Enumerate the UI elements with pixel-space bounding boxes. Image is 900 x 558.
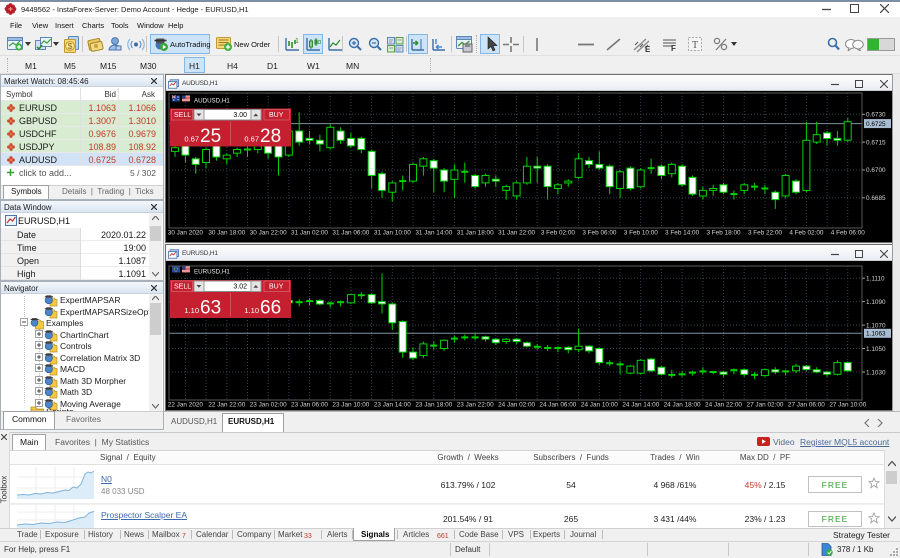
svg-text:BUY: BUY	[269, 112, 284, 119]
svg-text:27 Jan 02:00: 27 Jan 02:00	[747, 402, 784, 409]
svg-text:AUDUSD,H1: AUDUSD,H1	[194, 98, 230, 105]
svg-text:1.1110: 1.1110	[866, 276, 885, 283]
svg-text:EURUSD,H1: EURUSD,H1	[194, 269, 230, 276]
svg-text:0.6685: 0.6685	[866, 195, 886, 202]
svg-text:SELL: SELL	[174, 112, 191, 119]
svg-text:31 Jan 02:00: 31 Jan 02:00	[291, 230, 328, 237]
svg-text:24 Jan 22:00: 24 Jan 22:00	[705, 402, 742, 409]
svg-text:0.67: 0.67	[244, 135, 259, 144]
svg-text:24 Jan 18:00: 24 Jan 18:00	[664, 402, 701, 409]
svg-text:30 Jan 18:00: 30 Jan 18:00	[208, 230, 245, 237]
svg-text:27 Jan 10:00: 27 Jan 10:00	[829, 402, 866, 409]
svg-text:1.1063: 1.1063	[866, 331, 886, 338]
svg-text:31 Jan 14:00: 31 Jan 14:00	[415, 230, 452, 237]
svg-text:3.00: 3.00	[233, 112, 247, 119]
svg-text:23 Jan 18:00: 23 Jan 18:00	[415, 402, 452, 409]
svg-text:0.6700: 0.6700	[866, 167, 886, 174]
svg-text:1.1070: 1.1070	[866, 322, 886, 329]
svg-text:23 Jan 10:00: 23 Jan 10:00	[332, 402, 369, 409]
svg-text:23 Jan 22:00: 23 Jan 22:00	[457, 402, 494, 409]
svg-text:27 Jan 06:00: 27 Jan 06:00	[788, 402, 825, 409]
svg-text:1.1030: 1.1030	[866, 369, 886, 376]
svg-text:23 Jan 14:00: 23 Jan 14:00	[374, 402, 411, 409]
svg-text:24 Jan 10:00: 24 Jan 10:00	[581, 402, 618, 409]
svg-text:1.10: 1.10	[184, 306, 199, 315]
svg-text:30 Jan 2020: 30 Jan 2020	[168, 230, 204, 237]
svg-text:3 Feb 14:00: 3 Feb 14:00	[665, 230, 700, 237]
svg-text:$: $	[68, 41, 73, 51]
svg-text:T: T	[692, 40, 698, 51]
svg-text:E: E	[645, 45, 651, 53]
svg-text:4 Feb 06:00: 4 Feb 06:00	[831, 230, 866, 237]
svg-text:3 Feb 02:00: 3 Feb 02:00	[541, 230, 576, 237]
svg-text:22 Jan 2020: 22 Jan 2020	[168, 402, 204, 409]
svg-text:3 Feb 18:00: 3 Feb 18:00	[706, 230, 741, 237]
svg-text:66: 66	[260, 298, 281, 319]
svg-text:31 Jan 18:00: 31 Jan 18:00	[457, 230, 494, 237]
svg-text:0.6715: 0.6715	[866, 139, 886, 146]
svg-text:3 Feb 06:00: 3 Feb 06:00	[582, 230, 617, 237]
svg-text:31 Jan 10:00: 31 Jan 10:00	[374, 230, 411, 237]
svg-text:1.10: 1.10	[244, 306, 259, 315]
svg-text:0.6725: 0.6725	[866, 121, 886, 128]
svg-text:63: 63	[200, 298, 221, 319]
svg-text:28: 28	[260, 126, 281, 147]
svg-text:23 Jan 02:00: 23 Jan 02:00	[250, 402, 287, 409]
svg-text:22 Jan 22:00: 22 Jan 22:00	[208, 402, 245, 409]
svg-text:24 Jan 14:00: 24 Jan 14:00	[622, 402, 659, 409]
svg-text:BUY: BUY	[269, 284, 284, 291]
svg-text:31 Jan 06:00: 31 Jan 06:00	[332, 230, 369, 237]
svg-text:1.1050: 1.1050	[866, 346, 886, 353]
svg-text:3 Feb 10:00: 3 Feb 10:00	[624, 230, 659, 237]
svg-text:SELL: SELL	[174, 284, 191, 291]
svg-text:0.6730: 0.6730	[866, 112, 886, 119]
svg-text:30 Jan 22:00: 30 Jan 22:00	[250, 230, 287, 237]
svg-text:3.02: 3.02	[233, 284, 247, 291]
svg-text:1: 1	[295, 38, 299, 45]
svg-text:3 Feb 22:00: 3 Feb 22:00	[748, 230, 783, 237]
svg-text:24 Jan 02:00: 24 Jan 02:00	[498, 402, 535, 409]
svg-text:4 Feb 02:00: 4 Feb 02:00	[789, 230, 824, 237]
svg-text:25: 25	[200, 126, 221, 147]
svg-text:0.67: 0.67	[184, 135, 199, 144]
svg-text:1.1090: 1.1090	[866, 299, 886, 306]
svg-text:31 Jan 22:00: 31 Jan 22:00	[498, 230, 535, 237]
svg-text:24 Jan 06:00: 24 Jan 06:00	[539, 402, 576, 409]
svg-text:o: o	[318, 39, 322, 46]
svg-text:23 Jan 06:00: 23 Jan 06:00	[291, 402, 328, 409]
svg-text:F: F	[671, 44, 676, 52]
